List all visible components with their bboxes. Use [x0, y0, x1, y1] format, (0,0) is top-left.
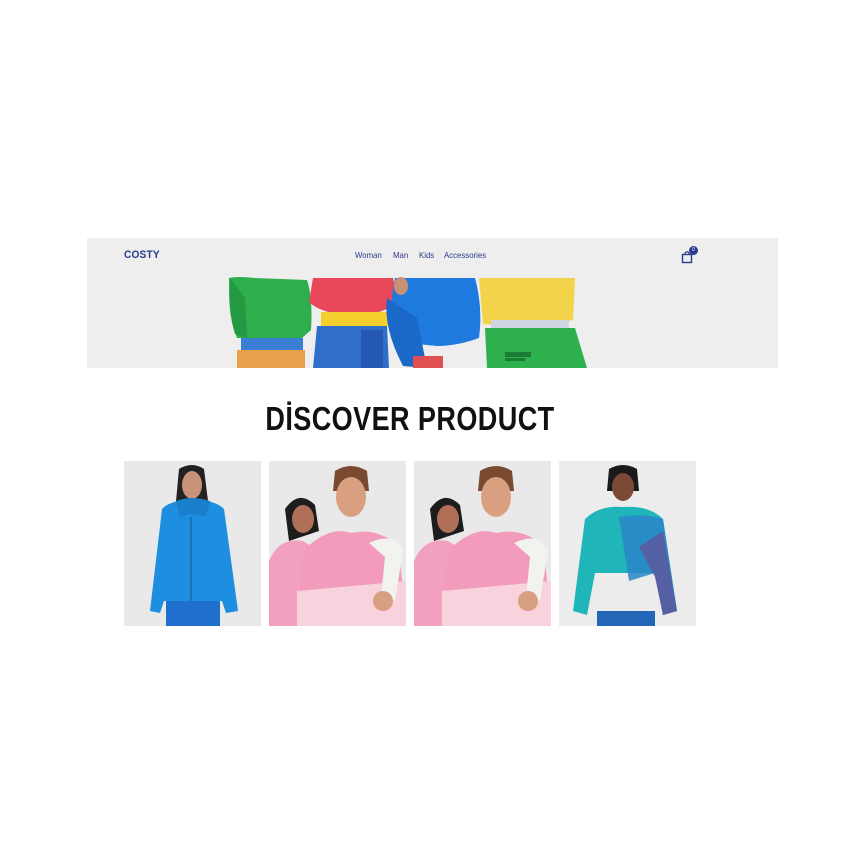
product-card[interactable] — [414, 461, 551, 626]
top-navigation: COSTY Woman Man Kids Accessories 0 — [87, 238, 778, 272]
product-image-pink-hoodie — [414, 461, 551, 626]
cart-button[interactable]: 0 — [681, 246, 701, 264]
product-card[interactable] — [269, 461, 406, 626]
brand-logo[interactable]: COSTY — [124, 249, 160, 261]
nav-item-accessories[interactable]: Accessories — [444, 250, 486, 260]
product-card[interactable] — [124, 461, 261, 626]
section-title: DİSCOVER PRODUCT — [265, 400, 555, 437]
product-card[interactable] — [559, 461, 696, 626]
nav-item-woman[interactable]: Woman — [355, 250, 382, 260]
cart-count-badge: 0 — [689, 246, 698, 255]
hero-banner: COSTY Woman Man Kids Accessories 0 — [87, 238, 778, 368]
nav-item-man[interactable]: Man — [393, 250, 408, 260]
product-image-pink-hoodie — [269, 461, 406, 626]
main-menu: Woman Man Kids Accessories — [355, 250, 490, 260]
nav-item-kids[interactable]: Kids — [419, 250, 434, 260]
product-image-blue-jacket — [124, 461, 261, 626]
product-image-teal-sweatshirt — [559, 461, 696, 626]
